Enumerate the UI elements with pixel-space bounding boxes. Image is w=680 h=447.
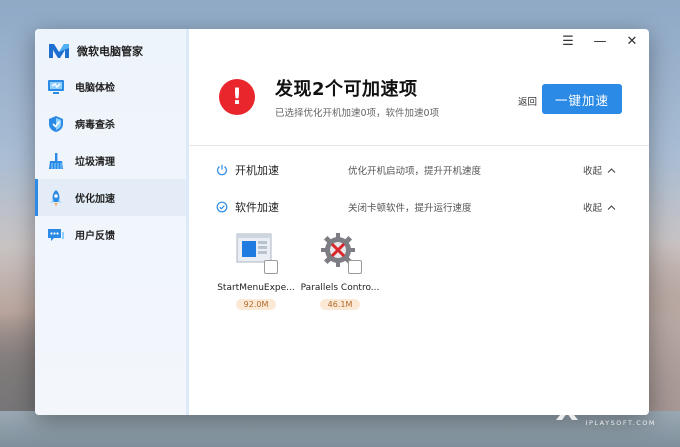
watermark: 异次元 IPLAYSOFT.COM (554, 392, 656, 427)
sidebar-item-label: 用户反馈 (75, 231, 115, 242)
app-list: StartMenuExpe... 92.0M Parallels Contro.… (216, 232, 380, 310)
sidebar-nav: 电脑体检 病毒查杀 垃圾清理 优化加速 用户反馈 (35, 68, 186, 253)
section-description: 关闭卡顿软件，提升运行速度 (348, 203, 472, 214)
header-text: 发现2个可加速项 已选择优化开机加速0项，软件加速0项 (275, 75, 439, 119)
power-icon (216, 164, 228, 176)
section-title: 开机加速 (235, 164, 279, 177)
section-description: 优化开机启动项，提升开机速度 (348, 166, 482, 177)
result-header: ! 发现2个可加速项 已选择优化开机加速0项，软件加速0项 (219, 75, 439, 119)
app-checkbox[interactable] (264, 260, 278, 274)
rocket-icon (47, 189, 65, 207)
app-name: Parallels Contro... (300, 283, 380, 293)
chevron-up-icon (607, 167, 616, 173)
collapse-label: 收起 (582, 203, 602, 214)
selection-summary: 已选择优化开机加速0项，软件加速0项 (275, 108, 440, 119)
sidebar-item-label: 垃圾清理 (75, 157, 115, 168)
page-title: 发现2个可加速项 (275, 79, 418, 100)
one-click-speedup-button[interactable]: 一键加速 (542, 84, 622, 114)
app-size-badge: 92.0M (235, 299, 277, 310)
feedback-icon (47, 226, 65, 244)
collapse-toggle[interactable]: 收起 (583, 163, 616, 177)
section-software-speedup: 软件加速 关闭卡顿软件，提升运行速度 收起 (216, 197, 616, 217)
sidebar: 微软电脑管家 电脑体检 病毒查杀 垃圾清理 优化加速 用户反馈 (35, 29, 189, 415)
clock-check-icon (216, 201, 228, 213)
broom-icon (47, 152, 65, 170)
sidebar-item-optimize[interactable]: 优化加速 (35, 179, 186, 216)
watermark-en: IPLAYSOFT.COM (585, 419, 656, 427)
close-icon[interactable]: ✕ (623, 32, 641, 50)
brand-logo-icon (49, 44, 69, 58)
app-icon-wrap (320, 232, 362, 274)
back-link[interactable]: 返回 (518, 94, 537, 108)
sidebar-item-feedback[interactable]: 用户反馈 (35, 216, 186, 253)
sidebar-item-label: 电脑体检 (75, 83, 115, 94)
brand: 微软电脑管家 (35, 35, 186, 67)
sidebar-item-virus-scan[interactable]: 病毒查杀 (35, 105, 186, 142)
app-title: 微软电脑管家 (77, 45, 143, 58)
divider (189, 145, 649, 146)
sidebar-item-pc-checkup[interactable]: 电脑体检 (35, 68, 186, 105)
menu-icon[interactable]: ☰ (559, 32, 577, 50)
sidebar-item-label: 病毒查杀 (75, 120, 115, 131)
alert-icon: ! (219, 79, 255, 115)
app-item[interactable]: Parallels Contro... 46.1M (300, 232, 380, 310)
shield-icon (47, 115, 65, 133)
app-icon-wrap (236, 232, 278, 274)
watermark-cn: 异次元 (585, 396, 646, 417)
collapse-label: 收起 (582, 166, 602, 177)
section-title: 软件加速 (235, 201, 279, 214)
watermark-logo-icon (555, 399, 578, 420)
watermark-text: 异次元 IPLAYSOFT.COM (586, 392, 656, 427)
sidebar-item-junk-cleanup[interactable]: 垃圾清理 (35, 142, 186, 179)
sidebar-item-label: 优化加速 (75, 194, 115, 205)
app-checkbox[interactable] (348, 260, 362, 274)
chevron-up-icon (607, 204, 616, 210)
section-startup-speedup: 开机加速 优化开机启动项，提升开机速度 收起 (216, 160, 616, 180)
app-name: StartMenuExpe... (217, 283, 295, 293)
app-size-badge: 46.1M (319, 299, 361, 310)
monitor-check-icon (47, 78, 65, 96)
app-item[interactable]: StartMenuExpe... 92.0M (216, 232, 296, 310)
app-window: 微软电脑管家 电脑体检 病毒查杀 垃圾清理 优化加速 用户反馈 ☰ — ✕ ! … (35, 29, 649, 415)
collapse-toggle[interactable]: 收起 (583, 200, 616, 214)
minimize-icon[interactable]: — (591, 32, 609, 50)
window-controls: ☰ — ✕ (559, 32, 641, 50)
main-panel: ☰ — ✕ ! 发现2个可加速项 已选择优化开机加速0项，软件加速0项 返回 一… (189, 29, 649, 415)
